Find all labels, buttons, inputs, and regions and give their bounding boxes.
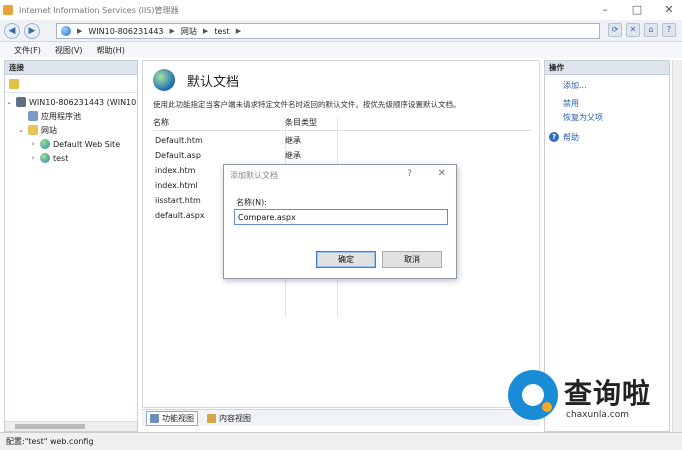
tree-item-server[interactable]: ⌄ WIN10-806231443 (WIN10	[5, 95, 137, 109]
tree-item-test[interactable]: › test	[5, 151, 137, 165]
refresh-icon[interactable]: ⟳	[608, 23, 622, 37]
watermark-text: 查询啦	[564, 377, 652, 410]
breadcrumb[interactable]: ▶ WIN10-806231443 ▶ 网站 ▶ test ▶	[56, 23, 600, 39]
dialog-close-icon[interactable]: ✕	[438, 168, 446, 179]
maximize-button[interactable]: □	[630, 3, 644, 17]
feature-description: 使用此功能指定当客户端未请求特定文件名时返回的默认文件。按优先级顺序设置默认文档…	[153, 100, 461, 109]
watermark-url: chaxunla.com	[566, 410, 629, 420]
scrollbar-thumb[interactable]	[15, 424, 85, 429]
expand-icon[interactable]: ›	[29, 154, 37, 162]
help-label: 帮助	[563, 132, 579, 142]
help-icon: ?	[549, 132, 559, 142]
revert-action-link[interactable]: 恢复为父项	[545, 111, 669, 125]
globe-icon	[40, 139, 50, 149]
connections-tree: ⌄ WIN10-806231443 (WIN10 应用程序池 ⌄ 网站 › De…	[5, 93, 137, 165]
tree-item-label: 网站	[41, 125, 57, 135]
app-pool-icon	[28, 111, 38, 121]
collapse-icon[interactable]: ⌄	[5, 98, 13, 106]
minimize-button[interactable]: –	[598, 3, 612, 17]
name-label: 名称(N):	[236, 198, 267, 207]
menu-file[interactable]: 文件(F)	[14, 45, 41, 56]
chevron-right-icon: ▶	[77, 27, 83, 35]
watermark-logo: 查询啦 chaxunla.com	[500, 360, 682, 450]
menu-help[interactable]: 帮助(H)	[97, 45, 125, 56]
horizontal-scrollbar[interactable]	[5, 421, 137, 431]
ok-button[interactable]: 确定	[316, 251, 376, 268]
dialog-title: 添加默认文档	[230, 170, 278, 180]
content-view-icon	[207, 413, 216, 423]
disable-action-link[interactable]: 禁用	[545, 97, 669, 111]
window-title: Internet Information Services (IIS)管理器	[19, 5, 179, 15]
table-row[interactable]: Default.htm 继承	[153, 133, 531, 148]
tree-item-label: Default Web Site	[53, 139, 121, 149]
title-bar: Internet Information Services (IIS)管理器 –…	[0, 0, 682, 20]
column-header-type[interactable]: 条目类型	[285, 117, 317, 130]
connections-header: 连接	[5, 61, 137, 75]
help-action-link[interactable]: ? 帮助	[545, 129, 669, 145]
page-title: 默认文档	[187, 75, 240, 90]
globe-icon	[40, 153, 50, 163]
chevron-right-icon: ▶	[169, 27, 175, 35]
globe-icon	[61, 26, 71, 36]
features-view-icon	[150, 413, 159, 423]
help-icon[interactable]: ?	[662, 23, 676, 37]
tree-item-label: 应用程序池	[41, 111, 81, 121]
watermark-search-icon	[508, 370, 558, 420]
tree-item-label: WIN10-806231443 (WIN10	[29, 97, 137, 107]
chevron-right-icon: ▶	[235, 27, 242, 35]
tree-item-label: test	[53, 153, 69, 163]
tab-features-view[interactable]: 功能视图	[146, 410, 198, 426]
breadcrumb-server[interactable]: WIN10-806231443	[88, 27, 163, 36]
dialog-title-bar: 添加默认文档 ? ✕	[224, 165, 456, 185]
add-action-link[interactable]: 添加...	[545, 79, 669, 93]
add-default-document-dialog: 添加默认文档 ? ✕ 名称(N): 确定 取消	[223, 164, 457, 279]
cancel-button[interactable]: 取消	[382, 251, 442, 268]
name-input[interactable]	[234, 209, 448, 225]
menu-view[interactable]: 视图(V)	[55, 45, 83, 56]
collapse-icon[interactable]: ⌄	[17, 126, 25, 134]
address-bar: ◀ ▶ ▶ WIN10-806231443 ▶ 网站 ▶ test ▶ ⟳ ✕ …	[0, 20, 682, 42]
tab-label: 内容视图	[219, 413, 251, 423]
tab-label: 功能视图	[162, 413, 194, 423]
column-header-name[interactable]: 名称	[153, 117, 285, 130]
dialog-help-button[interactable]: ?	[407, 169, 412, 179]
tree-item-app-pools[interactable]: 应用程序池	[5, 109, 137, 123]
actions-header: 操作	[545, 61, 669, 75]
iis-app-icon	[3, 5, 13, 15]
expand-icon[interactable]: ›	[29, 140, 37, 148]
table-row[interactable]: Default.asp 继承	[153, 148, 531, 163]
close-button[interactable]: ✕	[662, 3, 676, 17]
breadcrumb-sites[interactable]: 网站	[181, 26, 197, 37]
forward-button[interactable]: ▶	[24, 22, 40, 39]
folder-icon	[28, 125, 38, 135]
home-icon[interactable]: ⌂	[644, 23, 658, 37]
default-document-icon	[153, 69, 175, 91]
tree-item-default-web-site[interactable]: › Default Web Site	[5, 137, 137, 151]
table-header: 名称 条目类型	[153, 117, 531, 131]
breadcrumb-site[interactable]: test	[214, 27, 229, 36]
chevron-right-icon: ▶	[202, 27, 209, 35]
view-tabs: 功能视图 内容视图	[142, 409, 540, 426]
connect-icon[interactable]	[9, 78, 19, 89]
tree-item-sites[interactable]: ⌄ 网站	[5, 123, 137, 137]
connections-toolbar	[5, 75, 137, 93]
stop-icon[interactable]: ✕	[626, 23, 640, 37]
server-icon	[16, 97, 26, 107]
tab-content-view[interactable]: 内容视图	[204, 412, 254, 425]
back-button[interactable]: ◀	[4, 22, 20, 39]
menu-bar: 文件(F) 视图(V) 帮助(H)	[0, 42, 682, 58]
connections-pane: 连接 ⌄ WIN10-806231443 (WIN10 应用程序池 ⌄ 网站 ›…	[4, 60, 138, 432]
